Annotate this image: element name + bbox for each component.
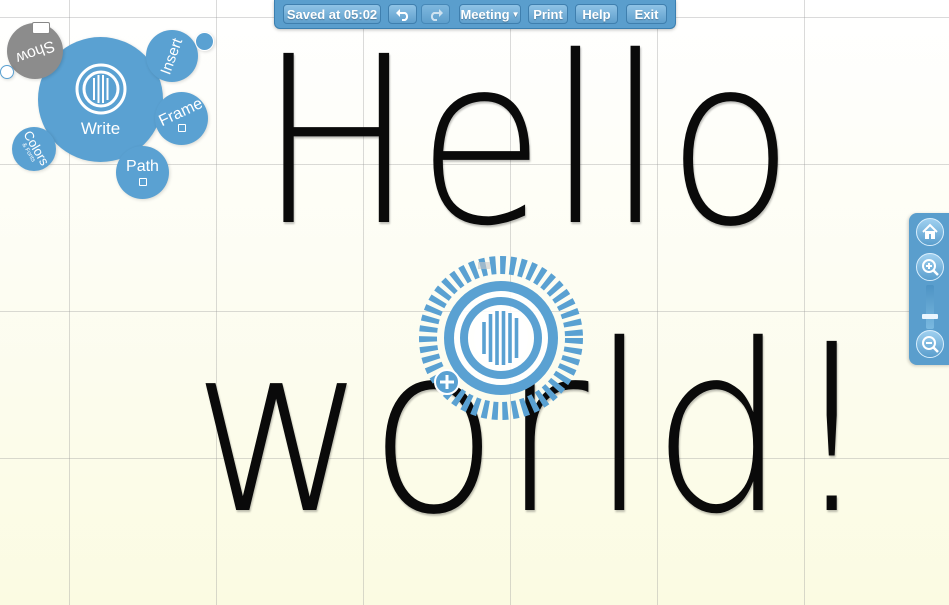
zoom-in-button[interactable] bbox=[916, 253, 944, 281]
insert-sub-bubble[interactable] bbox=[195, 32, 214, 51]
show-small-badge[interactable] bbox=[32, 22, 50, 34]
path-bubble[interactable]: Path bbox=[116, 146, 169, 199]
zebra-icon bbox=[75, 63, 126, 115]
zoom-out-button[interactable] bbox=[916, 330, 944, 358]
zoom-slider-thumb[interactable] bbox=[922, 314, 938, 319]
zoom-in-icon bbox=[922, 259, 939, 276]
colors-bubble[interactable]: Colors & Fonts bbox=[12, 127, 56, 171]
show-label: Show bbox=[13, 36, 57, 67]
insert-label: Insert bbox=[157, 35, 187, 77]
path-label: Path bbox=[126, 158, 159, 175]
zoom-slider-track[interactable] bbox=[926, 285, 934, 329]
zoom-out-icon bbox=[922, 336, 939, 353]
canvas-text-hello[interactable]: Hello bbox=[258, 26, 796, 258]
small-left-bubble[interactable] bbox=[0, 65, 14, 79]
home-icon bbox=[922, 223, 938, 239]
home-button[interactable] bbox=[916, 218, 944, 246]
zebra-transform-icon[interactable] bbox=[418, 255, 584, 421]
frame-small-icon bbox=[177, 124, 186, 132]
insert-bubble[interactable]: Insert bbox=[146, 30, 198, 82]
frame-bubble[interactable]: Frame bbox=[155, 92, 208, 145]
write-label: Write bbox=[80, 119, 121, 138]
zoom-bar bbox=[909, 213, 949, 365]
path-small-icon bbox=[138, 178, 147, 186]
